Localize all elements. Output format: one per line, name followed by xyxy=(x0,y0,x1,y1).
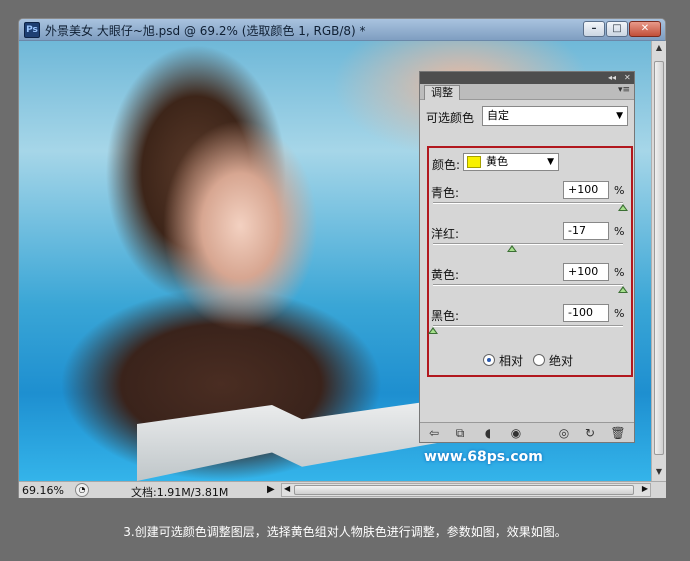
color-value: 黄色 xyxy=(486,155,508,168)
adjustment-type-label: 可选颜色 xyxy=(426,111,475,125)
black-percent: % xyxy=(614,307,625,320)
status-bar: 69.16% ◔ 文档:1.91M/3.81M ▶ ◀ ▶ xyxy=(19,481,666,499)
yellow-slider-knob[interactable] xyxy=(618,286,628,293)
slider-label-yellow: 黄色: xyxy=(431,268,460,282)
panel-menu-icon[interactable]: ▾≡ xyxy=(618,85,630,95)
magenta-percent: % xyxy=(614,225,625,238)
back-arrow-icon[interactable]: ⇦ xyxy=(426,426,442,440)
relative-radio[interactable] xyxy=(483,354,495,366)
maximize-icon: □ xyxy=(612,23,622,34)
slider-label-magenta: 洋红: xyxy=(431,227,460,241)
preset-value: 自定 xyxy=(487,109,509,122)
zoom-level[interactable]: 69.16% xyxy=(22,484,64,497)
highlight-box: 颜色: 黄色 ▼ 青色: +100 % 洋红: -17 % 黄色: +100 %… xyxy=(427,146,633,377)
watermark-text: www.68ps.com xyxy=(424,449,543,465)
photoshop-logo-icon: Ps xyxy=(24,22,40,38)
magenta-slider-track[interactable] xyxy=(433,243,623,245)
slider-label-black: 黑色: xyxy=(431,309,460,323)
cyan-slider-knob[interactable] xyxy=(618,204,628,211)
color-swatch xyxy=(467,156,481,168)
panel-header: ◂◂ ✕ xyxy=(420,72,634,84)
yellow-value-field[interactable]: +100 xyxy=(563,263,609,281)
slider-label-cyan: 青色: xyxy=(431,186,460,200)
expand-view-icon[interactable]: ⧉ xyxy=(452,426,468,440)
scroll-down-icon[interactable]: ▼ xyxy=(654,467,664,477)
maximize-button[interactable]: □ xyxy=(606,21,628,37)
horizontal-scrollbar[interactable]: ◀ ▶ xyxy=(281,483,651,497)
magenta-value-field[interactable]: -17 xyxy=(563,222,609,240)
yellow-percent: % xyxy=(614,266,625,279)
adjustments-panel: ◂◂ ✕ 调整 ▾≡ 可选颜色 自定 ▼ 颜色: 黄色 ▼ 青色: +100 %… xyxy=(419,71,635,443)
document-title: 外景美女 大眼仔~旭.psd @ 69.2% (选取颜色 1, RGB/8) * xyxy=(45,24,366,38)
scroll-up-icon[interactable]: ▲ xyxy=(654,43,664,53)
clip-layer-icon[interactable]: ◖ xyxy=(480,426,496,440)
status-menu-arrow-icon[interactable]: ▶ xyxy=(267,484,275,495)
panel-footer: ⇦ ⧉ ◖ ◉ ◎ ↻ 🗑 xyxy=(420,422,634,442)
document-info: 文档:1.91M/3.81M xyxy=(131,486,229,499)
photo-book-shape xyxy=(137,400,437,481)
view-previous-icon[interactable]: ◎ xyxy=(556,426,572,440)
scroll-right-icon[interactable]: ▶ xyxy=(642,484,648,493)
minimize-button[interactable]: – xyxy=(583,21,605,37)
black-slider-knob[interactable] xyxy=(428,327,438,334)
delete-trash-icon[interactable]: 🗑 xyxy=(610,426,626,440)
chevron-down-icon: ▼ xyxy=(547,157,554,167)
black-slider-track[interactable] xyxy=(433,325,623,327)
visibility-eye-icon[interactable]: ◉ xyxy=(508,426,524,440)
chevron-down-icon: ▼ xyxy=(616,111,623,121)
horizontal-scroll-thumb[interactable] xyxy=(294,485,634,495)
preset-select[interactable]: 自定 ▼ xyxy=(482,106,628,126)
relative-label: 相对 xyxy=(499,354,524,368)
vertical-scrollbar[interactable]: ▲ ▼ xyxy=(651,41,666,481)
color-label: 颜色: xyxy=(432,158,461,172)
absolute-radio[interactable] xyxy=(533,354,545,366)
panel-tab-bar: 调整 ▾≡ xyxy=(420,84,634,100)
title-bar[interactable]: Ps 外景美女 大眼仔~旭.psd @ 69.2% (选取颜色 1, RGB/8… xyxy=(19,19,665,41)
tutorial-caption: 3.创建可选颜色调整图层，选择黄色组对人物肤色进行调整，参数如图，效果如图。 xyxy=(123,525,567,539)
yellow-slider-track[interactable] xyxy=(433,284,623,286)
color-select[interactable]: 黄色 ▼ xyxy=(463,153,559,171)
absolute-label: 绝对 xyxy=(549,354,574,368)
tab-adjustments[interactable]: 调整 xyxy=(424,85,460,100)
reset-icon[interactable]: ↻ xyxy=(582,426,598,440)
cyan-percent: % xyxy=(614,184,625,197)
minimize-icon: – xyxy=(591,23,597,34)
close-panel-icon[interactable]: ✕ xyxy=(624,72,631,84)
black-value-field[interactable]: -100 xyxy=(563,304,609,322)
cyan-value-field[interactable]: +100 xyxy=(563,181,609,199)
close-button[interactable]: ✕ xyxy=(629,21,661,37)
cyan-slider-track[interactable] xyxy=(433,202,623,204)
close-icon: ✕ xyxy=(640,23,650,34)
magenta-slider-knob[interactable] xyxy=(506,245,517,252)
collapse-panel-icon[interactable]: ◂◂ xyxy=(608,72,616,84)
scroll-left-icon[interactable]: ◀ xyxy=(284,484,290,493)
zoom-options-icon[interactable]: ◔ xyxy=(75,483,89,497)
vertical-scroll-thumb[interactable] xyxy=(654,61,664,455)
